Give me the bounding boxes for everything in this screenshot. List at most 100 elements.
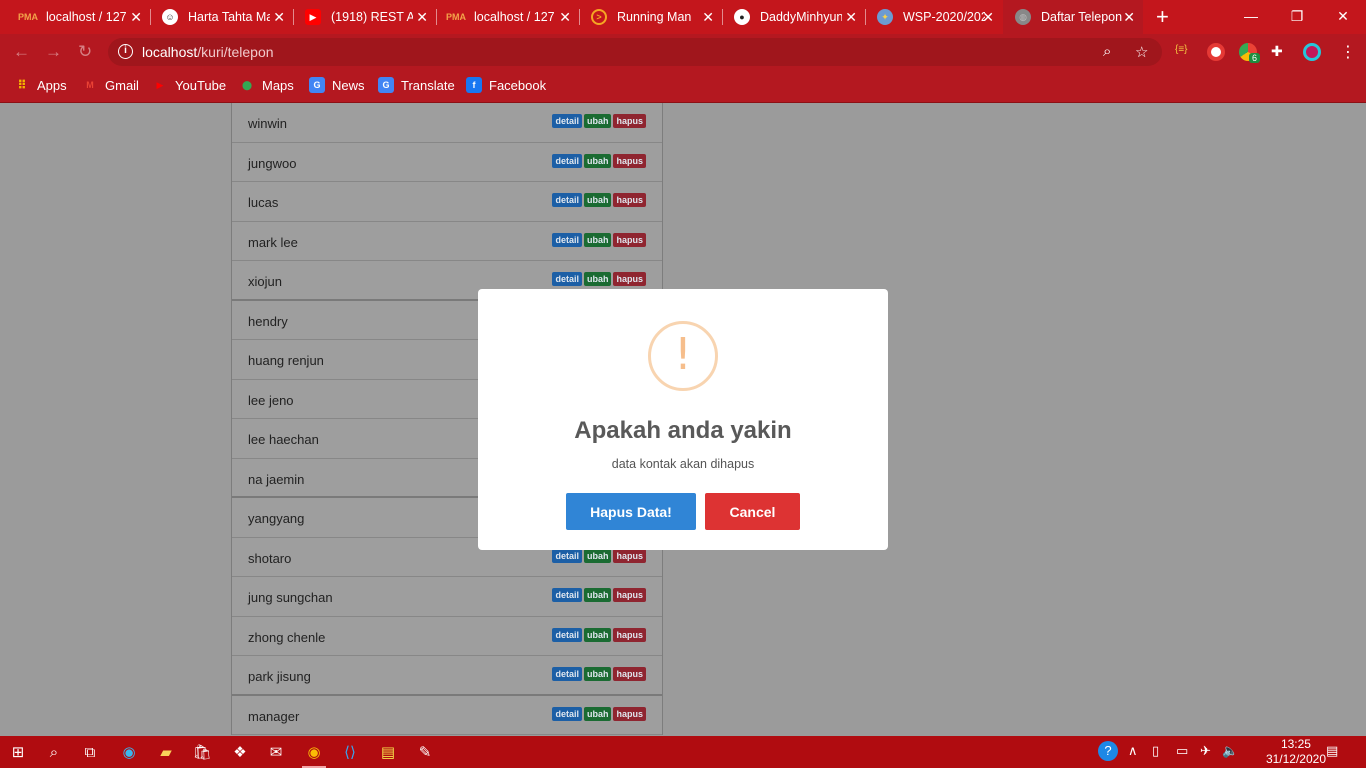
cancel-button[interactable]: Cancel xyxy=(705,493,800,530)
close-tab-icon[interactable]: ✕ xyxy=(273,9,285,26)
detail-button[interactable]: detail xyxy=(552,272,582,286)
contact-row: park jisung detail ubah hapus xyxy=(232,656,662,696)
sticky-notes-icon[interactable]: ▤ xyxy=(376,740,400,764)
delete-button[interactable]: hapus xyxy=(613,232,646,247)
detail-button[interactable]: detail xyxy=(552,153,582,168)
delete-button[interactable]: hapus xyxy=(613,627,646,642)
edit-button[interactable]: ubah xyxy=(583,193,612,207)
paint-icon[interactable]: ✎ xyxy=(413,740,437,764)
network-icon[interactable]: ✈ xyxy=(1200,743,1211,759)
tab-daftar-telepon[interactable]: ◍ Daftar Telepon ✕ xyxy=(1003,0,1143,34)
edge-icon[interactable]: ◉ xyxy=(117,740,141,764)
system-clock[interactable]: 13:25 31/12/2020 xyxy=(1266,737,1326,767)
close-tab-icon[interactable]: ✕ xyxy=(1123,9,1135,26)
dropbox-icon[interactable]: ❖ xyxy=(228,740,252,764)
tab-localhost-phpmyadmin-2[interactable]: PMA localhost / 127 ✕ xyxy=(436,0,579,34)
delete-button[interactable]: hapus xyxy=(613,272,646,286)
tab-harta-tahta[interactable]: ☺ Harta Tahta Ma ✕ xyxy=(150,0,293,34)
minimize-icon[interactable]: — xyxy=(1228,0,1274,32)
detail-button[interactable]: detail xyxy=(552,114,582,128)
store-icon[interactable]: 🛍 xyxy=(190,740,214,764)
delete-button[interactable]: hapus xyxy=(613,153,646,168)
mail-icon[interactable]: ✉ xyxy=(264,740,288,764)
detail-button[interactable]: detail xyxy=(552,232,582,247)
delete-button[interactable]: hapus xyxy=(613,193,646,207)
edit-button[interactable]: ubah xyxy=(583,153,612,168)
delete-button[interactable]: hapus xyxy=(613,588,646,602)
task-view-icon[interactable]: ⧉ xyxy=(78,740,102,764)
tab-running-man[interactable]: > Running Man ✕ xyxy=(579,0,722,34)
tab-localhost-phpmyadmin-1[interactable]: PMA localhost / 127 ✕ xyxy=(8,0,150,34)
edit-button[interactable]: ubah xyxy=(583,706,612,721)
close-tab-icon[interactable]: ✕ xyxy=(559,9,571,26)
extension-record-icon[interactable] xyxy=(1207,43,1225,61)
close-window-icon[interactable]: ✕ xyxy=(1320,0,1366,32)
url-text[interactable]: localhost/kuri/telepon xyxy=(142,44,274,60)
bookmark-youtube[interactable]: ▶ YouTube xyxy=(152,77,227,93)
profile-avatar-icon[interactable] xyxy=(1303,43,1321,61)
volume-icon[interactable]: 🔈 xyxy=(1222,743,1238,759)
contact-name: zhong chenle xyxy=(248,629,326,645)
bookmark-star-icon[interactable]: ☆ xyxy=(1135,43,1148,61)
close-tab-icon[interactable]: ✕ xyxy=(845,9,857,26)
battery-icon[interactable]: ▭ xyxy=(1176,743,1188,759)
detail-button[interactable]: detail xyxy=(552,588,582,602)
delete-button[interactable]: hapus xyxy=(613,706,646,721)
row-actions: detailubahhapus xyxy=(552,548,646,563)
edit-button[interactable]: ubah xyxy=(583,627,612,642)
bookmark-maps[interactable]: ⬤ Maps xyxy=(239,77,294,93)
zoom-icon[interactable]: ⌕ xyxy=(1103,43,1111,60)
edit-button[interactable]: ubah xyxy=(583,588,612,602)
close-tab-icon[interactable]: ✕ xyxy=(702,9,714,26)
forward-icon[interactable]: → xyxy=(45,42,62,62)
edit-button[interactable]: ubah xyxy=(583,272,612,286)
edit-button[interactable]: ubah xyxy=(583,667,612,681)
detail-button[interactable]: detail xyxy=(552,627,582,642)
phpmyadmin-icon: PMA xyxy=(18,12,38,22)
notification-icon[interactable]: ▤ xyxy=(1326,743,1338,759)
bookmark-news[interactable]: G News xyxy=(309,77,365,93)
detail-button[interactable]: detail xyxy=(552,706,582,721)
search-icon[interactable]: ⌕ xyxy=(42,740,66,764)
contact-name: yangyang xyxy=(248,511,305,526)
edit-button[interactable]: ubah xyxy=(583,232,612,247)
delete-button[interactable]: hapus xyxy=(613,667,646,681)
detail-button[interactable]: detail xyxy=(552,193,582,207)
device-icon[interactable]: ▯ xyxy=(1152,743,1159,759)
confirm-delete-button[interactable]: Hapus Data! xyxy=(566,493,696,530)
contact-name: jung sungchan xyxy=(248,590,333,605)
address-bar[interactable]: i localhost/kuri/telepon ⌕ ☆ xyxy=(108,38,1162,66)
edit-button[interactable]: ubah xyxy=(583,548,612,563)
reload-icon[interactable]: ↻ xyxy=(78,42,92,62)
puzzle-icon[interactable]: ✚ xyxy=(1271,43,1289,61)
new-tab-icon[interactable]: + xyxy=(1156,4,1169,30)
close-tab-icon[interactable]: ✕ xyxy=(416,9,428,26)
info-icon[interactable]: i xyxy=(118,44,133,59)
delete-button[interactable]: hapus xyxy=(613,548,646,563)
windows-start-icon[interactable]: ⊞ xyxy=(6,740,30,764)
file-explorer-icon[interactable]: ▰ xyxy=(154,740,178,764)
tab-youtube-rest[interactable]: ▶ (1918) REST AP ✕ xyxy=(293,0,436,34)
bookmark-facebook[interactable]: f Facebook xyxy=(466,77,546,93)
menu-kebab-icon[interactable]: ⋮ xyxy=(1340,42,1356,62)
bookmark-apps[interactable]: ⠿ Apps xyxy=(14,77,67,93)
tab-github[interactable]: ● DaddyMinhyun ✕ xyxy=(722,0,865,34)
bookmark-translate[interactable]: G Translate xyxy=(378,77,455,93)
vscode-icon[interactable]: ⟨⟩ xyxy=(338,740,362,764)
bookmark-label: Apps xyxy=(37,77,67,93)
close-tab-icon[interactable]: ✕ xyxy=(130,9,142,26)
edit-button[interactable]: ubah xyxy=(583,114,612,128)
extension-braces-icon[interactable]: {≡} xyxy=(1175,44,1193,62)
tab-wsp[interactable]: ✦ WSP-2020/2020 ✕ xyxy=(865,0,1002,34)
chevron-up-icon[interactable]: ∧ xyxy=(1128,743,1138,759)
close-tab-icon[interactable]: ✕ xyxy=(982,9,994,26)
back-icon[interactable]: ← xyxy=(13,42,30,62)
contact-row: lucas detail ubah hapus xyxy=(232,182,662,222)
bookmark-gmail[interactable]: M Gmail xyxy=(82,77,139,93)
detail-button[interactable]: detail xyxy=(552,548,582,563)
help-icon[interactable]: ? xyxy=(1098,741,1118,761)
restore-icon[interactable]: ❐ xyxy=(1274,0,1320,32)
delete-button[interactable]: hapus xyxy=(613,114,646,128)
detail-button[interactable]: detail xyxy=(552,667,582,681)
chrome-taskbar-icon[interactable]: ◉ xyxy=(302,740,326,768)
